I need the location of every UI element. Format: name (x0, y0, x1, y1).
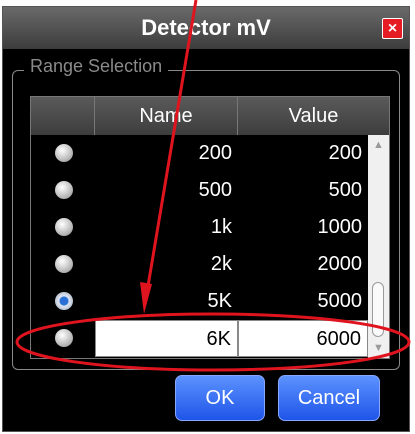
annotation-overlay (15, 0, 411, 372)
annotation-arrowhead-icon (140, 282, 152, 314)
annotation-arrow-line (145, 0, 198, 293)
annotation-ellipse (15, 312, 411, 372)
